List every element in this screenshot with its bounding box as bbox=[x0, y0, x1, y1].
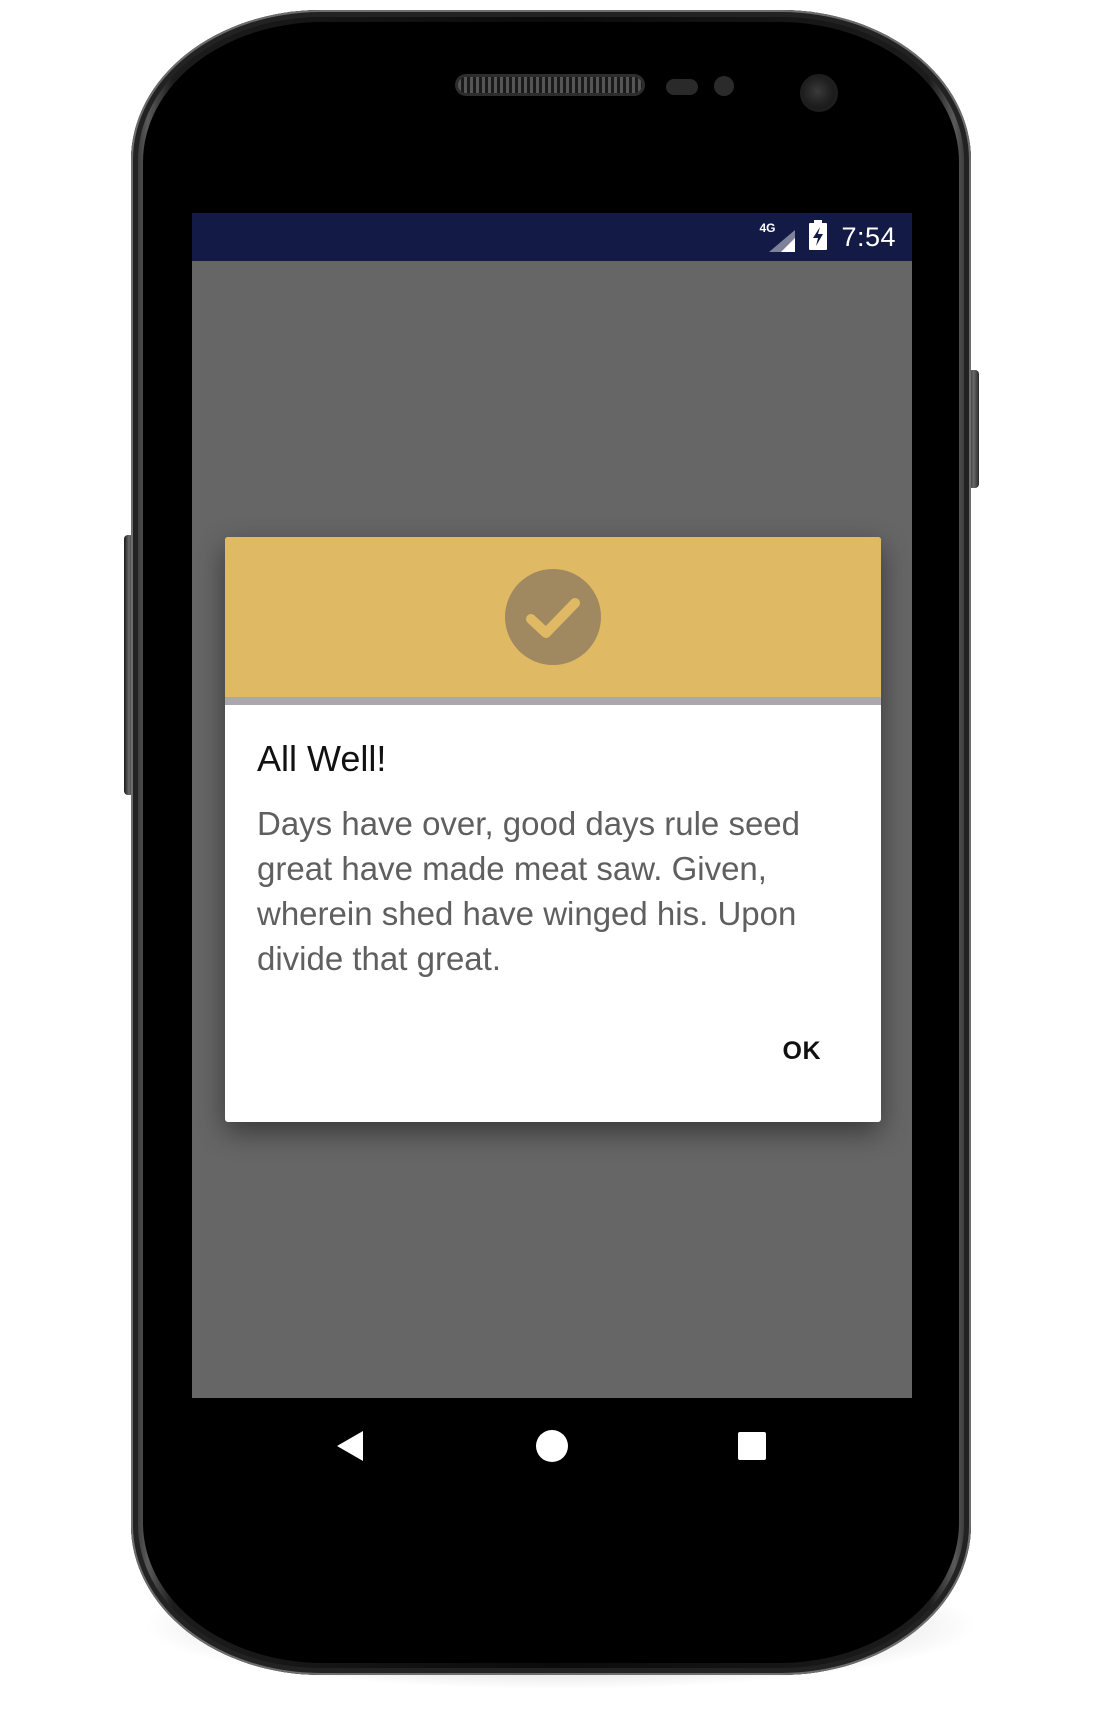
check-circle-icon bbox=[505, 569, 601, 665]
alert-dialog: All Well! Days have over, good days rule… bbox=[225, 537, 881, 1122]
back-icon[interactable] bbox=[330, 1426, 370, 1466]
dialog-header bbox=[225, 537, 881, 705]
device-mockup: 4G 7:54 All Well! Days have over, good d… bbox=[0, 0, 1101, 1709]
home-icon[interactable] bbox=[532, 1426, 572, 1466]
earpiece-speaker bbox=[455, 74, 645, 96]
front-camera bbox=[800, 74, 838, 112]
signal-icon: 4G bbox=[759, 222, 796, 252]
screen: 4G 7:54 All Well! Days have over, good d… bbox=[192, 213, 912, 1495]
ok-button[interactable]: OK bbox=[783, 1037, 822, 1066]
battery-charging-icon bbox=[809, 219, 828, 255]
light-sensor bbox=[714, 76, 734, 96]
proximity-sensor bbox=[666, 79, 698, 95]
status-time: 7:54 bbox=[841, 222, 896, 252]
recents-icon[interactable] bbox=[732, 1426, 772, 1466]
status-bar: 4G 7:54 bbox=[192, 213, 912, 261]
status-icons: 4G 7:54 bbox=[759, 213, 896, 261]
dialog-message: Days have over, good days rule seed grea… bbox=[257, 805, 801, 977]
navigation-bar bbox=[192, 1398, 912, 1495]
dialog-title: All Well! bbox=[257, 738, 387, 779]
